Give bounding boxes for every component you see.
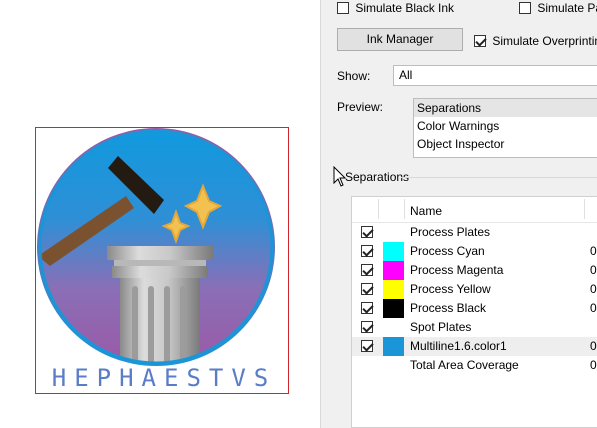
- process-magenta-checkbox[interactable]: [361, 264, 373, 276]
- separation-row-process-yellow[interactable]: Process Yellow 0': [352, 280, 597, 299]
- simulate-paper-option[interactable]: Simulate Pa: [519, 1, 597, 15]
- separation-row-multiline-color1[interactable]: Multiline1.6.color1 0': [352, 337, 597, 356]
- separation-name: Process Magenta: [410, 263, 504, 277]
- show-dropdown[interactable]: All: [393, 65, 597, 86]
- preview-item-color-warnings[interactable]: Color Warnings: [414, 117, 597, 135]
- simulate-overprinting-checkbox[interactable]: [474, 35, 486, 47]
- ink-manager-button[interactable]: Ink Manager: [337, 28, 463, 51]
- pillar-top: [107, 246, 213, 260]
- simulate-black-ink-checkbox[interactable]: [337, 2, 349, 14]
- process-yellow-checkbox[interactable]: [361, 283, 373, 295]
- group-divider: [401, 177, 597, 178]
- separation-row-process-magenta[interactable]: Process Magenta 0': [352, 261, 597, 280]
- separation-value: 0': [590, 339, 597, 353]
- separation-value: 0': [590, 282, 597, 296]
- column-divider: [584, 199, 585, 219]
- spot-color-swatch: [383, 337, 404, 356]
- separation-row-process-cyan[interactable]: Process Cyan 0': [352, 242, 597, 261]
- separation-name: Process Black: [410, 301, 487, 315]
- cyan-swatch: [383, 242, 404, 261]
- magenta-swatch: [383, 261, 404, 280]
- process-black-checkbox[interactable]: [361, 302, 373, 314]
- mouse-cursor-icon: [333, 166, 347, 187]
- logo-wordmark: HEPHAESTVS: [51, 364, 277, 392]
- column-divider: [404, 199, 405, 219]
- separation-name: Total Area Coverage: [410, 358, 519, 372]
- separation-name: Multiline1.6.color1: [410, 339, 507, 353]
- canvas-area[interactable]: HEPHAESTVS: [0, 0, 320, 428]
- spot-plates-checkbox[interactable]: [361, 321, 373, 333]
- separation-name: Spot Plates: [410, 320, 472, 334]
- preview-item-separations[interactable]: Separations: [414, 99, 597, 117]
- separation-value: 0': [590, 244, 597, 258]
- separation-row-process-plates[interactable]: Process Plates: [352, 223, 597, 242]
- output-preview-panel: Simulate Black Ink Simulate Pa Ink Manag…: [320, 0, 597, 428]
- simulate-black-ink-label: Simulate Black Ink: [355, 1, 455, 15]
- simulate-overprinting-option[interactable]: Simulate Overprintin: [474, 34, 597, 48]
- separation-name: Process Plates: [410, 225, 491, 239]
- process-plates-checkbox[interactable]: [361, 226, 373, 238]
- separations-header: Name: [352, 197, 597, 223]
- yellow-swatch: [383, 280, 404, 299]
- separation-value: 0': [590, 263, 597, 277]
- simulate-paper-checkbox[interactable]: [519, 2, 531, 14]
- column-divider: [378, 199, 379, 219]
- show-label: Show:: [337, 69, 371, 83]
- separation-row-spot-plates[interactable]: Spot Plates: [352, 318, 597, 337]
- multiline-color1-checkbox[interactable]: [361, 340, 373, 352]
- separation-name: Process Cyan: [410, 244, 485, 258]
- preview-label: Preview:: [337, 100, 384, 114]
- simulate-black-ink-option[interactable]: Simulate Black Ink: [337, 1, 454, 15]
- separation-value: 0': [590, 301, 597, 315]
- process-cyan-checkbox[interactable]: [361, 245, 373, 257]
- separations-group-label: Separations: [345, 170, 410, 184]
- simulate-paper-label: Simulate Pa: [537, 1, 597, 15]
- separation-name: Process Yellow: [410, 282, 491, 296]
- separation-row-total-area-coverage[interactable]: Total Area Coverage 0': [352, 356, 597, 375]
- separation-value: 0': [590, 358, 597, 372]
- separation-row-process-black[interactable]: Process Black 0': [352, 299, 597, 318]
- name-column-header[interactable]: Name: [410, 204, 442, 218]
- artboard[interactable]: HEPHAESTVS: [35, 127, 289, 394]
- hephaestus-logo: [37, 128, 275, 366]
- black-swatch: [383, 299, 404, 318]
- separations-list[interactable]: Name Process Plates Process Cyan 0' Proc…: [351, 196, 597, 428]
- simulate-overprinting-label: Simulate Overprintin: [492, 34, 597, 48]
- preview-item-object-inspector[interactable]: Object Inspector: [414, 135, 597, 153]
- preview-list[interactable]: Separations Color Warnings Object Inspec…: [413, 98, 597, 158]
